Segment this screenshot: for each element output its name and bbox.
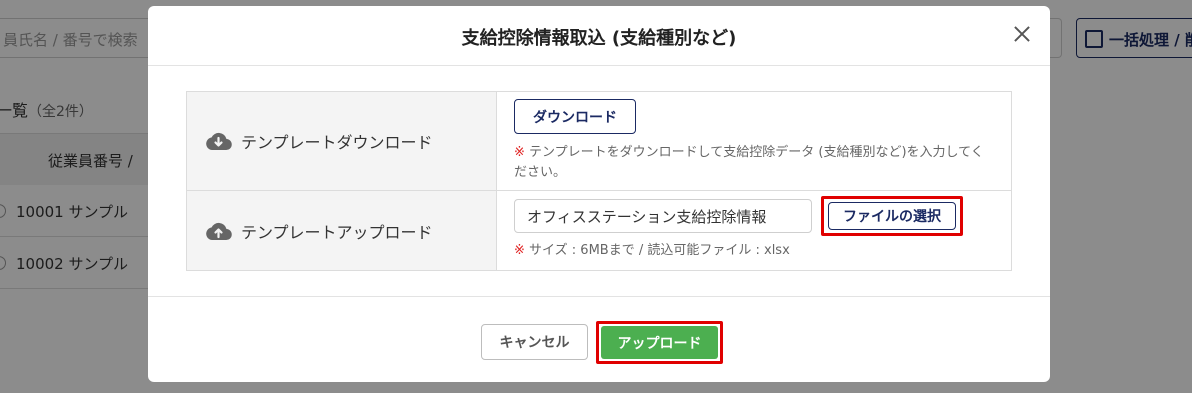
template-upload-text: テンプレートアップロード bbox=[241, 222, 433, 242]
cloud-download-icon bbox=[205, 131, 232, 151]
upload-note: ※ サイズ : 6MBまで / 読込可能ファイル : xlsx bbox=[514, 241, 790, 261]
upload-note-text: サイズ : 6MBまで / 読込可能ファイル : xlsx bbox=[529, 243, 790, 258]
modal-header: 支給控除情報取込 (支給種別など) bbox=[148, 6, 1050, 66]
template-download-label: テンプレートダウンロード bbox=[187, 92, 497, 190]
upload-button[interactable]: アップロード bbox=[601, 326, 718, 359]
template-download-text: テンプレートダウンロード bbox=[241, 133, 433, 152]
close-icon[interactable] bbox=[1010, 22, 1034, 46]
note-mark: ※ bbox=[514, 243, 525, 258]
template-upload-row: テンプレートアップロード オフィスステーション支給控除情報 ファイルの選択 ※ … bbox=[187, 191, 1011, 270]
modal-footer: キャンセル アップロード bbox=[148, 296, 1050, 382]
import-form-table: テンプレートダウンロード ダウンロード ※ テンプレートをダウンロードして支給控… bbox=[186, 91, 1012, 271]
note-mark: ※ bbox=[514, 145, 525, 160]
selected-file-name: オフィスステーション支給控除情報 bbox=[514, 199, 812, 233]
download-button[interactable]: ダウンロード bbox=[514, 99, 636, 134]
template-upload-content: オフィスステーション支給控除情報 ファイルの選択 ※ サイズ : 6MBまで /… bbox=[497, 191, 1011, 270]
template-download-row: テンプレートダウンロード ダウンロード ※ テンプレートをダウンロードして支給控… bbox=[187, 92, 1011, 191]
template-upload-label: テンプレートアップロード bbox=[187, 191, 497, 270]
template-download-content: ダウンロード ※ テンプレートをダウンロードして支給控除データ (支給種別など)… bbox=[497, 92, 1011, 190]
file-select-label[interactable]: ファイルの選択 bbox=[828, 202, 956, 230]
import-modal: 支給控除情報取込 (支給種別など) テンプレートダウンロード ダウンロード ※ … bbox=[148, 6, 1050, 382]
modal-title: 支給控除情報取込 (支給種別など) bbox=[461, 28, 737, 49]
file-select-button[interactable]: ファイルの選択 bbox=[821, 196, 963, 236]
download-note: ※ テンプレートをダウンロードして支給控除データ (支給種別など)を入力してくだ… bbox=[514, 143, 994, 183]
upload-button-highlight: アップロード bbox=[596, 321, 723, 364]
cloud-upload-icon bbox=[205, 221, 232, 241]
download-note-text: テンプレートをダウンロードして支給控除データ (支給種別など)を入力してください… bbox=[514, 145, 984, 180]
cancel-button[interactable]: キャンセル bbox=[481, 324, 588, 360]
